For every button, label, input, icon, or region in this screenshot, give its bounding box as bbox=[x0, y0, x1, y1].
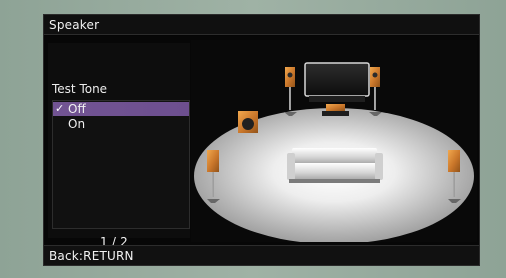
test-tone-list: ✓ Off On bbox=[52, 100, 190, 229]
check-icon: ✓ bbox=[55, 102, 65, 115]
tv-screen bbox=[304, 62, 370, 97]
front-right-stand bbox=[374, 87, 376, 110]
surround-left-speaker bbox=[207, 150, 219, 172]
surround-left-stand bbox=[212, 172, 214, 197]
speaker-layout-visual bbox=[191, 40, 477, 242]
sofa-right-arm bbox=[375, 153, 383, 180]
sofa-seat bbox=[290, 163, 379, 180]
option-label: On bbox=[68, 117, 86, 131]
center-speaker bbox=[326, 104, 345, 111]
speaker-screen: Speaker Test Tone ✓ Off On 1 / 2 Back:RE… bbox=[43, 14, 480, 266]
section-title: Test Tone bbox=[52, 82, 108, 96]
option-label: Off bbox=[68, 102, 86, 116]
test-tone-option-off[interactable]: ✓ Off bbox=[53, 102, 189, 116]
speaker-layout-illustration bbox=[194, 62, 474, 242]
sofa-base bbox=[289, 179, 380, 183]
test-tone-option-on[interactable]: On bbox=[53, 117, 189, 131]
surround-right-speaker bbox=[448, 150, 460, 172]
subwoofer-driver-icon bbox=[242, 118, 254, 130]
speaker-driver-icon bbox=[372, 72, 378, 78]
surround-right-stand bbox=[453, 172, 455, 197]
window-title: Speaker bbox=[44, 15, 479, 35]
front-left-stand bbox=[289, 87, 291, 110]
sofa-back bbox=[292, 148, 377, 164]
speaker-driver-icon bbox=[287, 72, 293, 78]
left-panel: Test Tone ✓ Off On 1 / 2 bbox=[48, 43, 190, 249]
footer-hint: Back:RETURN bbox=[44, 245, 479, 265]
sofa-left-arm bbox=[287, 153, 295, 180]
content-area: Test Tone ✓ Off On 1 / 2 bbox=[44, 36, 479, 249]
center-speaker-stand bbox=[322, 111, 349, 116]
tv-base bbox=[309, 96, 365, 102]
